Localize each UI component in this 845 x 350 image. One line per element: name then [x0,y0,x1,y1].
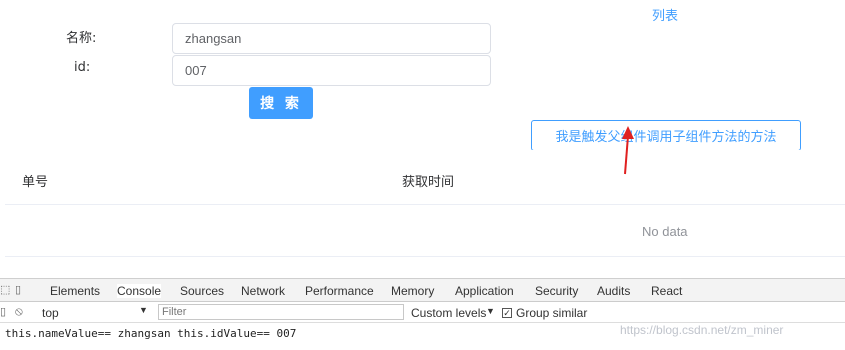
context-select[interactable]: top [42,306,59,320]
table-body: No data [5,205,845,257]
inspect-icon[interactable]: ⬚ [0,283,10,296]
clear-console-icon[interactable]: ⦸ [15,304,23,319]
group-similar-label: Group similar [516,306,588,320]
watermark: https://blog.csdn.net/zm_miner [620,323,784,337]
list-link[interactable]: 列表 [652,5,678,24]
name-label: 名称: [66,31,97,46]
data-table: 单号 获取时间 No data [5,150,845,260]
name-input[interactable] [172,23,491,54]
devtools-panel: ⬚ ▯ Elements Console Sources Network Per… [0,278,845,350]
id-label: id: [74,60,91,75]
context-dropdown-icon[interactable]: ▼ [139,305,148,315]
search-button[interactable]: 搜 索 [249,87,313,119]
console-toolbar: ▯ ⦸ top ▼ Filter Custom levels ▼ ✓ Group… [0,302,845,323]
tab-performance[interactable]: Performance [305,284,374,298]
console-log-line: this.nameValue== zhangsan this.idValue==… [5,327,297,340]
tab-console[interactable]: Console [117,284,162,298]
filter-input[interactable]: Filter [158,304,404,320]
trigger-parent-method-button[interactable]: 我是触发父组件调用子组件方法的方法 [531,120,801,151]
tab-security[interactable]: Security [535,284,578,298]
tab-application[interactable]: Application [455,284,514,298]
devtools-tab-bar: ⬚ ▯ Elements Console Sources Network Per… [0,279,845,302]
sidebar-toggle-icon[interactable]: ▯ [0,305,6,318]
tab-network[interactable]: Network [241,284,285,298]
tab-sources[interactable]: Sources [180,284,224,298]
tab-react[interactable]: React [651,284,682,298]
tab-elements[interactable]: Elements [50,284,100,298]
group-similar-checkbox[interactable]: ✓ [502,308,512,318]
tab-audits[interactable]: Audits [597,284,630,298]
red-arrow-annotation [622,126,634,175]
table-header: 单号 获取时间 [5,150,845,205]
levels-dropdown[interactable]: Custom levels [411,306,486,320]
column-header-time: 获取时间 [402,175,455,190]
id-input[interactable] [172,55,491,86]
empty-text: No data [642,224,688,239]
levels-dropdown-icon[interactable]: ▼ [486,306,495,316]
tab-memory[interactable]: Memory [391,284,434,298]
column-header-order-no: 单号 [22,175,49,190]
device-toggle-icon[interactable]: ▯ [15,283,21,296]
